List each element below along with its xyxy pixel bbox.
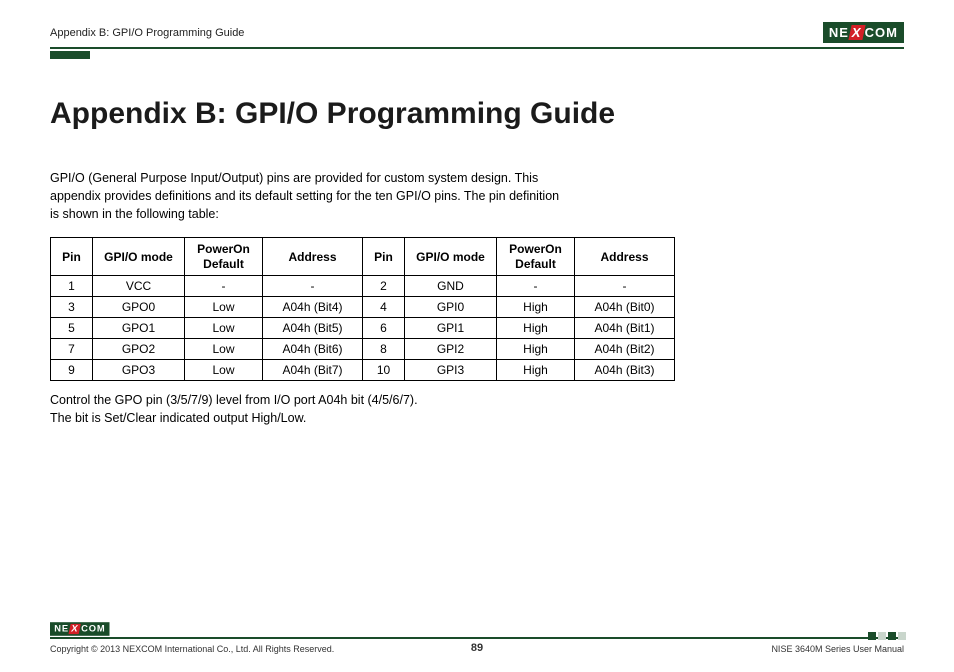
breadcrumb: Appendix B: GPI/O Programming Guide: [50, 27, 244, 39]
table-row: 1VCC--2GND--: [51, 276, 675, 297]
intro-paragraph: GPI/O (General Purpose Input/Output) pin…: [50, 169, 570, 223]
table-row: 3GPO0LowA04h (Bit4)4GPI0HighA04h (Bit0): [51, 297, 675, 318]
pin-table: Pin GPI/O mode PowerOnDefault Address Pi…: [50, 237, 675, 381]
brand-post: COM: [865, 25, 898, 40]
col-pin: Pin: [363, 238, 405, 276]
header-rule: [50, 47, 904, 49]
page-title: Appendix B: GPI/O Programming Guide: [50, 97, 904, 131]
table-cell: 6: [363, 318, 405, 339]
table-cell: GPO1: [93, 318, 185, 339]
table-cell: High: [497, 360, 575, 381]
table-cell: High: [497, 318, 575, 339]
table-cell: Low: [185, 318, 263, 339]
brand-x-icon: X: [69, 624, 82, 634]
col-poweron-default: PowerOnDefault: [497, 238, 575, 276]
table-cell: 2: [363, 276, 405, 297]
table-cell: A04h (Bit1): [575, 318, 675, 339]
col-address: Address: [263, 238, 363, 276]
table-cell: GND: [405, 276, 497, 297]
col-poweron-default: PowerOnDefault: [185, 238, 263, 276]
col-mode: GPI/O mode: [405, 238, 497, 276]
table-cell: GPI1: [405, 318, 497, 339]
table-cell: 5: [51, 318, 93, 339]
table-row: 5GPO1LowA04h (Bit5)6GPI1HighA04h (Bit1): [51, 318, 675, 339]
note-line-2: The bit is Set/Clear indicated output Hi…: [50, 411, 306, 425]
table-cell: 1: [51, 276, 93, 297]
table-cell: A04h (Bit5): [263, 318, 363, 339]
footer-rule: [50, 637, 904, 639]
copyright-text: Copyright © 2013 NEXCOM International Co…: [50, 644, 334, 654]
footer-logo: NEXCOM: [50, 622, 776, 636]
brand-logo: NEXCOM: [823, 22, 904, 43]
table-cell: -: [263, 276, 363, 297]
table-cell: GPI3: [405, 360, 497, 381]
table-cell: -: [497, 276, 575, 297]
brand-x-icon: X: [848, 25, 865, 40]
table-cell: 8: [363, 339, 405, 360]
table-cell: VCC: [93, 276, 185, 297]
table-cell: 7: [51, 339, 93, 360]
table-cell: A04h (Bit7): [263, 360, 363, 381]
table-cell: A04h (Bit0): [575, 297, 675, 318]
table-cell: A04h (Bit4): [263, 297, 363, 318]
note-paragraph: Control the GPO pin (3/5/7/9) level from…: [50, 391, 904, 427]
note-line-1: Control the GPO pin (3/5/7/9) level from…: [50, 393, 418, 407]
table-cell: GPO2: [93, 339, 185, 360]
table-header-row: Pin GPI/O mode PowerOnDefault Address Pi…: [51, 238, 675, 276]
col-mode: GPI/O mode: [93, 238, 185, 276]
table-cell: A04h (Bit6): [263, 339, 363, 360]
table-cell: High: [497, 339, 575, 360]
table-cell: Low: [185, 297, 263, 318]
table-row: 9GPO3LowA04h (Bit7)10GPI3HighA04h (Bit3): [51, 360, 675, 381]
table-cell: GPI0: [405, 297, 497, 318]
table-cell: A04h (Bit2): [575, 339, 675, 360]
table-cell: A04h (Bit3): [575, 360, 675, 381]
col-pin: Pin: [51, 238, 93, 276]
table-cell: GPO3: [93, 360, 185, 381]
page-number: 89: [471, 642, 483, 654]
brand-pre: NE: [829, 25, 849, 40]
table-cell: 3: [51, 297, 93, 318]
table-cell: 4: [363, 297, 405, 318]
table-cell: Low: [185, 339, 263, 360]
table-row: 7GPO2LowA04h (Bit6)8GPI2HighA04h (Bit2): [51, 339, 675, 360]
table-cell: Low: [185, 360, 263, 381]
table-cell: 10: [363, 360, 405, 381]
footer-squares-icon: [868, 632, 906, 640]
table-cell: 9: [51, 360, 93, 381]
table-cell: GPO0: [93, 297, 185, 318]
col-address: Address: [575, 238, 675, 276]
table-cell: GPI2: [405, 339, 497, 360]
table-cell: -: [575, 276, 675, 297]
table-cell: -: [185, 276, 263, 297]
table-cell: High: [497, 297, 575, 318]
manual-name: NISE 3640M Series User Manual: [771, 644, 904, 654]
